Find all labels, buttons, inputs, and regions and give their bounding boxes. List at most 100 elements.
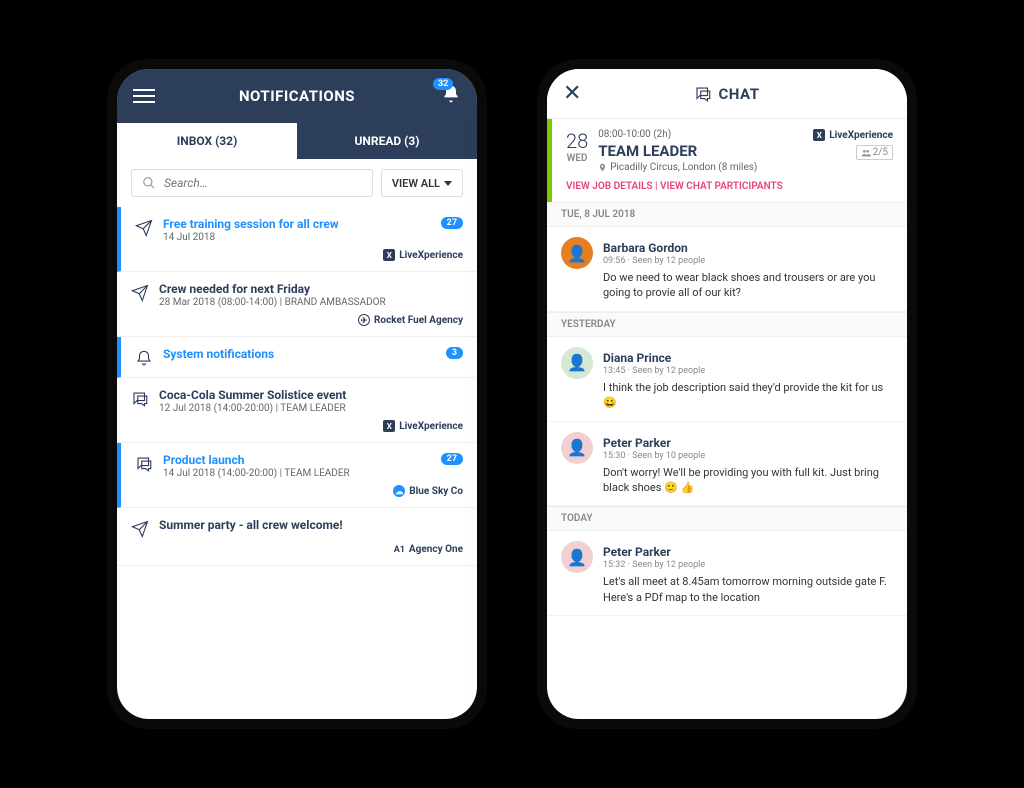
- job-role: TEAM LEADER: [598, 142, 813, 160]
- notification-agency: A1Agency One: [131, 544, 463, 555]
- chat-icon: [135, 455, 153, 473]
- notification-subtitle: 14 Jul 2018: [163, 232, 431, 243]
- job-time: 08:00-10:00 (2h): [598, 129, 813, 140]
- message-text: I think the job description said they'd …: [603, 380, 893, 411]
- job-location-text: Picadilly Circus, London (8 miles): [610, 162, 757, 173]
- notification-list[interactable]: Free training session for all crew 14 Ju…: [117, 207, 477, 719]
- agency-icon: X: [383, 249, 395, 261]
- job-count-text: 2/5: [873, 147, 888, 158]
- menu-icon[interactable]: [133, 89, 155, 103]
- notification-badge: 27: [441, 217, 463, 229]
- plane-icon: [131, 520, 149, 538]
- link-participants[interactable]: VIEW CHAT PARTICIPANTS: [660, 181, 783, 192]
- message-meta: 13:45 · Seen by 12 people: [603, 366, 893, 376]
- screen-chat: ✕ CHAT 28 WED 08:00-10:00 (2h) TEAM LEAD…: [547, 69, 907, 719]
- notification-item[interactable]: Free training session for all crew 14 Ju…: [117, 207, 477, 272]
- avatar[interactable]: 👤: [561, 432, 593, 464]
- agency-icon: ✈: [358, 314, 370, 326]
- notification-subtitle: 14 Jul 2018 (14:00-20:00) | TEAM LEADER: [163, 468, 431, 479]
- tabs: INBOX (32) UNREAD (3): [117, 123, 477, 159]
- view-all-dropdown[interactable]: VIEW ALL: [381, 169, 463, 197]
- chevron-down-icon: [444, 181, 452, 186]
- page-title: NOTIFICATIONS: [239, 87, 355, 105]
- close-icon[interactable]: ✕: [563, 81, 581, 106]
- notification-item[interactable]: Summer party - all crew welcome! A1Agenc…: [117, 508, 477, 566]
- avatar[interactable]: 👤: [561, 237, 593, 269]
- notification-agency: XLiveXperience: [131, 420, 463, 432]
- date-separator: TODAY: [547, 506, 907, 531]
- tab-unread[interactable]: UNREAD (3): [297, 123, 477, 159]
- view-all-label: VIEW ALL: [392, 177, 440, 190]
- avatar[interactable]: 👤: [561, 347, 593, 379]
- bell-badge: 32: [433, 78, 453, 90]
- date-separator: YESTERDAY: [547, 312, 907, 337]
- chat-title-wrap: CHAT: [694, 85, 759, 103]
- plane-icon: [131, 284, 149, 302]
- job-agency-name: LiveXperience: [829, 130, 893, 141]
- notification-item[interactable]: Crew needed for next Friday 28 Mar 2018 …: [117, 272, 477, 337]
- chat-message: 👤 Peter Parker 15:30 · Seen by 10 people…: [547, 422, 907, 507]
- message-text: Let's all meet at 8.45am tomorrow mornin…: [603, 574, 893, 605]
- search-row: VIEW ALL: [117, 159, 477, 207]
- message-author: Diana Prince: [603, 351, 671, 365]
- agency-name: Agency One: [409, 544, 463, 555]
- bell-icon: [135, 349, 153, 367]
- message-text: Do we need to wear black shoes and trous…: [603, 270, 893, 301]
- avatar[interactable]: 👤: [561, 541, 593, 573]
- message-author: Peter Parker: [603, 436, 671, 450]
- phone-notifications: NOTIFICATIONS 32 INBOX (32) UNREAD (3) V…: [107, 59, 487, 729]
- phone-chat: ✕ CHAT 28 WED 08:00-10:00 (2h) TEAM LEAD…: [537, 59, 917, 729]
- chat-message-list[interactable]: TUE, 8 JUL 2018👤 Barbara Gordon 09:56 · …: [547, 202, 907, 719]
- notification-agency: ✈ Rocket Fuel Agency: [131, 314, 463, 326]
- agency-name: Blue Sky Co: [409, 486, 463, 497]
- notification-badge: 27: [441, 453, 463, 465]
- job-location: Picadilly Circus, London (8 miles): [598, 162, 813, 173]
- screen-notifications: NOTIFICATIONS 32 INBOX (32) UNREAD (3) V…: [117, 69, 477, 719]
- chat-message: 👤 Peter Parker 15:32 · Seen by 12 people…: [547, 531, 907, 616]
- link-job-details[interactable]: VIEW JOB DETAILS: [566, 181, 653, 192]
- search-input[interactable]: [164, 176, 362, 190]
- chat-message: 👤 Diana Prince 13:45 · Seen by 12 people…: [547, 337, 907, 422]
- chat-header: ✕ CHAT: [547, 69, 907, 119]
- job-agency: X LiveXperience: [813, 129, 893, 141]
- plane-icon: [135, 219, 153, 237]
- pin-icon: [598, 163, 607, 172]
- notification-title: Summer party - all crew welcome!: [159, 518, 463, 532]
- tab-inbox[interactable]: INBOX (32): [117, 123, 297, 159]
- job-side: X LiveXperience 2/5: [813, 129, 893, 160]
- agency-name: LiveXperience: [399, 250, 463, 261]
- job-date: 28 WED: [566, 129, 588, 164]
- job-day: 28: [566, 129, 588, 153]
- notification-subtitle: 12 Jul 2018 (14:00-20:00) | TEAM LEADER: [159, 403, 463, 414]
- header: NOTIFICATIONS 32: [117, 69, 477, 123]
- notification-title: Coca-Cola Summer Solistice event: [159, 388, 463, 402]
- notification-subtitle: 28 Mar 2018 (08:00-14:00) | BRAND AMBASS…: [159, 297, 463, 308]
- notification-title: Crew needed for next Friday: [159, 282, 463, 296]
- notification-title: Product launch: [163, 453, 431, 467]
- message-meta: 15:30 · Seen by 10 people: [603, 451, 893, 461]
- job-participant-count[interactable]: 2/5: [856, 145, 893, 160]
- bell-button[interactable]: 32: [441, 84, 461, 108]
- chat-message: 👤 Barbara Gordon 09:56 · Seen by 12 peop…: [547, 227, 907, 312]
- agency-name: LiveXperience: [399, 421, 463, 432]
- chat-title: CHAT: [718, 85, 759, 103]
- search-box[interactable]: [131, 169, 373, 197]
- agency-icon: X: [813, 129, 825, 141]
- notification-badge: 3: [446, 347, 463, 359]
- job-dow: WED: [566, 153, 588, 164]
- message-author: Peter Parker: [603, 545, 671, 559]
- notification-item[interactable]: Coca-Cola Summer Solistice event 12 Jul …: [117, 378, 477, 443]
- notification-item[interactable]: System notifications 3: [117, 337, 477, 378]
- notification-agency: X LiveXperience: [135, 249, 463, 261]
- agency-name: Rocket Fuel Agency: [374, 315, 463, 326]
- message-meta: 15:32 · Seen by 12 people: [603, 560, 893, 570]
- chat-icon: [131, 390, 149, 408]
- notification-item[interactable]: Product launch 14 Jul 2018 (14:00-20:00)…: [117, 443, 477, 508]
- message-author: Barbara Gordon: [603, 241, 688, 255]
- agency-icon: ☁: [393, 485, 405, 497]
- notification-title: System notifications: [163, 347, 436, 361]
- message-meta: 09:56 · Seen by 12 people: [603, 256, 893, 266]
- job-links: VIEW JOB DETAILS | VIEW CHAT PARTICIPANT…: [566, 181, 893, 192]
- people-icon: [861, 148, 871, 158]
- message-text: Don't worry! We'll be providing you with…: [603, 465, 893, 496]
